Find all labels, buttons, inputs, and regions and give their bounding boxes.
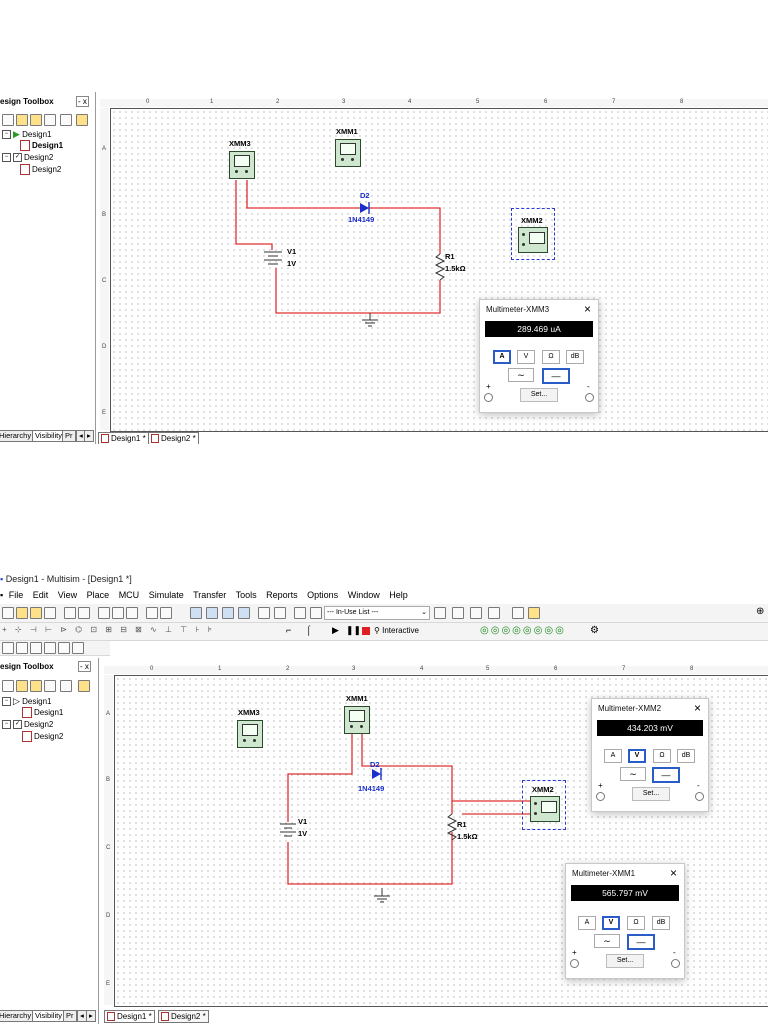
ac-coupling-button[interactable]: ∼ <box>620 767 646 781</box>
ac-coupling-button[interactable]: ∼ <box>508 368 534 382</box>
ground-symbol[interactable] <box>374 886 390 902</box>
db-mode-button[interactable]: dB <box>652 916 670 930</box>
plus-terminal[interactable] <box>596 792 605 801</box>
xmm3-label: XMM3 <box>238 708 260 717</box>
minus-terminal[interactable] <box>585 393 594 402</box>
bottom-screenshot: ▪ Design1 - Multisim - [Design1 *] ▪ Fil… <box>0 570 768 1024</box>
multimeter-title: Multimeter-XMM2 <box>598 704 662 713</box>
v1-label: V1 <box>287 247 297 256</box>
dc-coupling-button[interactable]: ― <box>542 368 570 384</box>
v1-value-label: 1V <box>298 829 308 838</box>
d2-model-label: 1N4149 <box>348 215 375 224</box>
xmm1-label: XMM1 <box>336 127 358 136</box>
ohmmeter-mode-button[interactable]: Ω <box>542 350 560 364</box>
xmm1-meter-icon[interactable] <box>335 139 361 167</box>
d2-label: D2 <box>360 191 370 200</box>
ammeter-mode-button[interactable]: A <box>604 749 622 763</box>
diode-d2-symbol[interactable] <box>360 202 370 214</box>
wire-xmm3-v1[interactable] <box>235 180 273 250</box>
multimeter-title: Multimeter-XMM3 <box>486 305 550 314</box>
multimeter-display: 289.469 uA <box>485 321 593 337</box>
db-mode-button[interactable]: dB <box>677 749 695 763</box>
plus-terminal[interactable] <box>570 959 579 968</box>
sheet-tab-design2[interactable]: Design2 * <box>158 1010 209 1023</box>
voltmeter-mode-button[interactable]: V <box>628 749 646 763</box>
plus-terminal-label: + <box>598 781 603 790</box>
plus-terminal[interactable] <box>484 393 493 402</box>
wire-xmm3-d2-r1[interactable] <box>246 180 441 254</box>
voltmeter-mode-button[interactable]: V <box>602 916 620 930</box>
r1-value-label: 1.5kΩ <box>457 832 478 841</box>
db-mode-button[interactable]: dB <box>566 350 584 364</box>
wire-xmm1-left[interactable] <box>287 733 353 822</box>
diode-d2-symbol[interactable] <box>372 768 382 780</box>
multimeter-display: 565.797 mV <box>571 885 679 901</box>
r1-value-label: 1.5kΩ <box>445 264 466 273</box>
xmm2-meter-icon[interactable] <box>518 227 548 253</box>
sheet-tab-design1[interactable]: Design1 * <box>104 1010 155 1023</box>
xmm2-meter-icon[interactable] <box>530 796 560 822</box>
settings-button[interactable]: Set... <box>606 954 644 968</box>
close-icon[interactable]: × <box>584 302 591 316</box>
top-screenshot: esign Toolbox - x − ▶ Design1 Design1 − ✓ D… <box>0 92 768 444</box>
voltmeter-mode-button[interactable]: V <box>517 350 535 364</box>
v1-value-label: 1V <box>287 259 297 268</box>
wire-ground-loop[interactable] <box>275 268 441 314</box>
xmm3-label: XMM3 <box>229 139 251 148</box>
r1-label: R1 <box>457 820 467 829</box>
dc-coupling-button[interactable]: ― <box>627 934 655 950</box>
ohmmeter-mode-button[interactable]: Ω <box>653 749 671 763</box>
ac-coupling-button[interactable]: ∼ <box>594 934 620 948</box>
d2-model-label: 1N4149 <box>358 784 385 793</box>
xmm3-meter-icon[interactable] <box>229 151 255 179</box>
d2-label: D2 <box>370 760 380 769</box>
circuit-wires <box>235 180 446 327</box>
minus-terminal[interactable] <box>695 792 704 801</box>
minus-terminal[interactable] <box>671 959 680 968</box>
ground-symbol[interactable] <box>362 312 378 328</box>
multimeter-title: Multimeter-XMM1 <box>572 869 636 878</box>
dc-coupling-button[interactable]: ― <box>652 767 680 783</box>
wire-bottom-loop[interactable] <box>287 832 453 885</box>
sheet-tab-design2[interactable]: Design2 * <box>148 432 199 444</box>
close-icon[interactable]: × <box>670 866 677 880</box>
minus-terminal-label: - <box>587 382 590 391</box>
r1-label: R1 <box>445 252 455 261</box>
multimeter-xmm3-window[interactable]: Multimeter-XMM3 × 289.469 uA A V Ω dB ∼ … <box>479 299 599 413</box>
plus-terminal-label: + <box>572 948 577 957</box>
xmm2-label: XMM2 <box>532 785 554 794</box>
minus-terminal-label: - <box>697 781 700 790</box>
xmm1-meter-icon[interactable] <box>344 706 370 734</box>
close-icon[interactable]: × <box>694 701 701 715</box>
ammeter-mode-button[interactable]: A <box>493 350 511 364</box>
plus-terminal-label: + <box>486 382 491 391</box>
multimeter-xmm2-window[interactable]: Multimeter-XMM2 × 434.203 mV A V Ω dB ∼ … <box>591 698 709 812</box>
multimeter-display: 434.203 mV <box>597 720 703 736</box>
xmm2-label: XMM2 <box>521 216 543 225</box>
ohmmeter-mode-button[interactable]: Ω <box>627 916 645 930</box>
settings-button[interactable]: Set... <box>520 388 558 402</box>
minus-terminal-label: - <box>673 948 676 957</box>
xmm3-meter-icon[interactable] <box>237 720 263 748</box>
settings-button[interactable]: Set... <box>632 787 670 801</box>
v1-label: V1 <box>298 817 308 826</box>
xmm1-label: XMM1 <box>346 694 368 703</box>
ammeter-mode-button[interactable]: A <box>578 916 596 930</box>
multimeter-xmm1-window[interactable]: Multimeter-XMM1 × 565.797 mV A V Ω dB ∼ … <box>565 863 685 979</box>
sheet-tab-design1[interactable]: Design1 * <box>98 432 149 444</box>
